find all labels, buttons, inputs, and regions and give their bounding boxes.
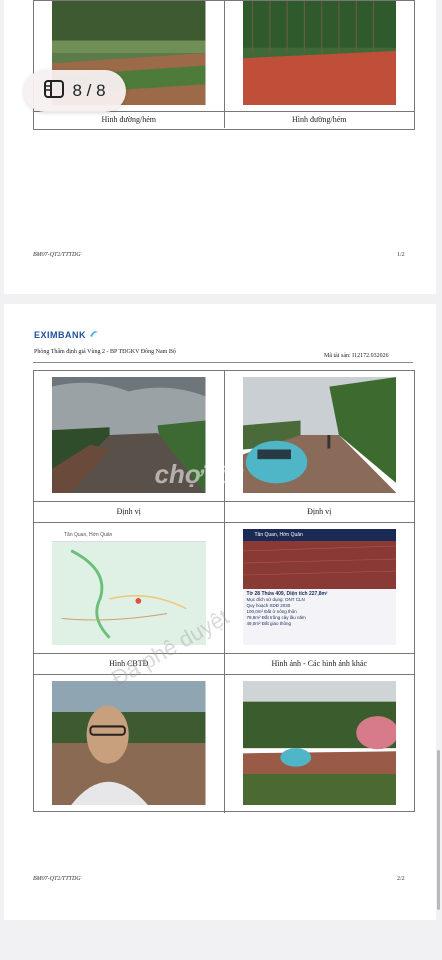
photo-cell: chợTốt [155,371,415,501]
department-line: Phòng Thẩm định giá Vùng 2 - BP TĐGKV Đô… [34,349,176,355]
form-code: BM07-QT2/TTTDG [33,876,81,882]
photo-cell: Tân Quan, Hớn Quản Tờ 28 Thửa 409, Diện … [225,523,415,653]
photo-cell [225,1,415,111]
document-page-1: Hình đường/hẻm Hình đường/hẻm BM07-QT2/T… [4,0,436,294]
caption-row: Hình CBTĐ Hình ảnh - Các hình ảnh khác [34,654,414,675]
page-counter-button[interactable]: 8 / 8 [24,70,126,112]
caption: Hình ảnh - Các hình ảnh khác [271,659,368,668]
asset-code: Mã tài sản: I12172.032026 [324,353,389,359]
road-photo-2 [242,1,396,105]
land-plot-app-screenshot: Tân Quan, Hớn Quản Tờ 28 Thửa 409, Diện … [242,529,396,645]
caption-row: Định vị Định vị [34,502,414,523]
page-counter-text: 8 / 8 [72,81,106,100]
brand-name: EXIMBANK [34,330,87,340]
caption: Định vị [34,502,225,522]
page-number: 2/2 [397,876,405,882]
caption: Hình đường/hẻm [34,112,225,128]
form-code: BM07-QT2/TTTDG [33,252,81,258]
photo-table: chợTốt Định vị Định vị Tân Quan, Hớn Quả… [33,370,415,813]
brand-swirl-icon [89,326,99,344]
caption: Định vị [307,507,332,516]
scrollbar-thumb[interactable] [437,750,440,910]
document-page-2: EXIMBANK Phòng Thẩm định giá Vùng 2 - BP… [4,304,436,920]
gallery-icon [44,79,65,103]
map-search-text: Tân Quan, Hớn Quản [64,532,113,538]
photo-row: chợTốt [34,371,414,502]
app-search-text: Tân Quan, Hớn Quản [254,532,303,538]
caption: Hình đường/hẻm [291,115,347,124]
header-divider [33,362,413,363]
bank-logo: EXIMBANK [34,326,99,344]
listing-line: 49,0m² Đất giao thông [246,621,292,626]
photo-row: Đã phê duyệt [34,604,415,813]
listing-panel: Tờ 28 Thửa 409, Diện tích 227,8m² Mục đí… [247,591,393,627]
page-number: 1/2 [397,252,405,258]
photo-cell: Đã phê duyệt [107,604,415,813]
photo-row: Tân Quan, Hớn Quản Tân Quan, Hớn Quản Tờ… [34,523,414,654]
car-roadside-photo [242,681,396,805]
watermark: chợTốt [154,459,243,489]
appraiser-selfie-photo [52,681,206,805]
road-car-photo [242,377,396,493]
photo-cell [34,675,225,813]
caption-row: Hình đường/hẻm Hình đường/hẻm [34,112,414,129]
